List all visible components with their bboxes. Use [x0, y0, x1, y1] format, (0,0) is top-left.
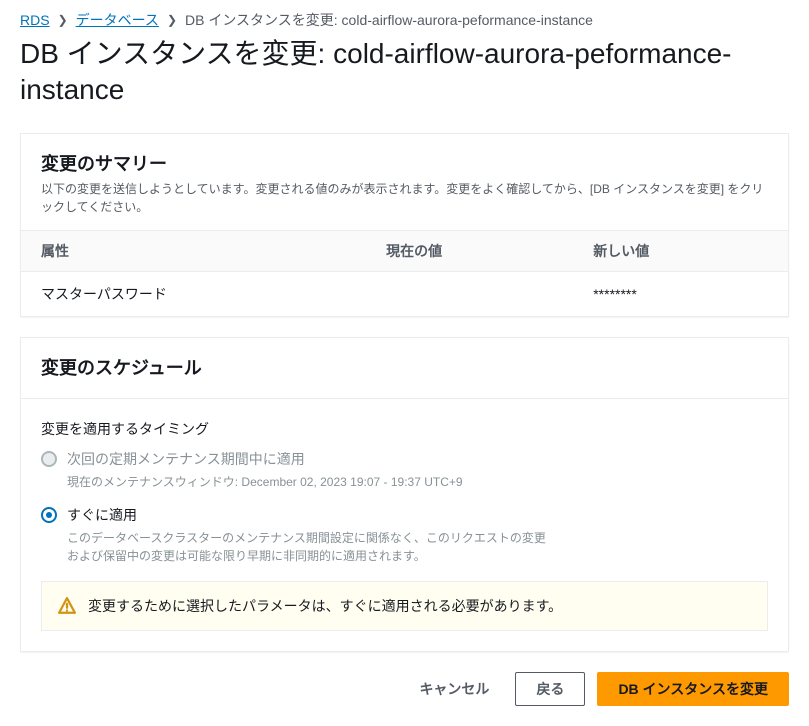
breadcrumb-databases[interactable]: データベース — [76, 10, 159, 30]
radio-maintenance: 次回の定期メンテナンス期間中に適用 — [41, 449, 768, 469]
radio-immediate[interactable]: すぐに適用 — [41, 505, 768, 525]
cell-current — [366, 271, 573, 316]
radio-icon — [41, 507, 57, 523]
warning-text: 変更するために選択したパラメータは、すぐに適用される必要があります。 — [88, 596, 562, 616]
warning-icon — [58, 597, 76, 615]
cancel-button[interactable]: キャンセル — [405, 673, 503, 705]
warning-alert: 変更するために選択したパラメータは、すぐに適用される必要があります。 — [41, 581, 768, 631]
breadcrumb-rds[interactable]: RDS — [20, 12, 50, 28]
radio-maintenance-label: 次回の定期メンテナンス期間中に適用 — [67, 449, 305, 469]
col-current: 現在の値 — [366, 230, 573, 271]
breadcrumb: RDS ❯ データベース ❯ DB インスタンスを変更: cold-airflo… — [20, 10, 789, 30]
radio-icon — [41, 451, 57, 467]
back-button[interactable]: 戻る — [515, 672, 585, 706]
col-attribute: 属性 — [21, 230, 366, 271]
breadcrumb-current: DB インスタンスを変更: cold-airflow-aurora-peform… — [185, 10, 593, 30]
table-row: マスターパスワード ******** — [21, 271, 788, 316]
schedule-title: 変更のスケジュール — [41, 354, 768, 380]
cell-attribute: マスターパスワード — [21, 271, 366, 316]
modify-instance-button[interactable]: DB インスタンスを変更 — [597, 672, 789, 706]
summary-description: 以下の変更を送信しようとしています。変更される値のみが表示されます。変更をよく確… — [41, 180, 768, 216]
cell-new: ******** — [573, 271, 788, 316]
chevron-right-icon: ❯ — [167, 13, 177, 27]
schedule-panel: 変更のスケジュール 変更を適用するタイミング 次回の定期メンテナンス期間中に適用… — [20, 337, 789, 652]
summary-panel: 変更のサマリー 以下の変更を送信しようとしています。変更される値のみが表示されま… — [20, 133, 789, 317]
timing-label: 変更を適用するタイミング — [41, 419, 768, 439]
radio-immediate-label: すぐに適用 — [67, 505, 137, 525]
chevron-right-icon: ❯ — [58, 13, 68, 27]
col-new: 新しい値 — [573, 230, 788, 271]
summary-table: 属性 現在の値 新しい値 マスターパスワード ******** — [21, 230, 788, 316]
radio-maintenance-hint: 現在のメンテナンスウィンドウ: December 02, 2023 19:07 … — [67, 473, 547, 491]
radio-immediate-hint: このデータベースクラスターのメンテナンス期間設定に関係なく、このリクエストの変更… — [67, 529, 547, 565]
page-title: DB インスタンスを変更: cold-airflow-aurora-peform… — [20, 36, 789, 109]
footer-actions: キャンセル 戻る DB インスタンスを変更 — [20, 672, 789, 706]
summary-title: 変更のサマリー — [41, 150, 768, 176]
